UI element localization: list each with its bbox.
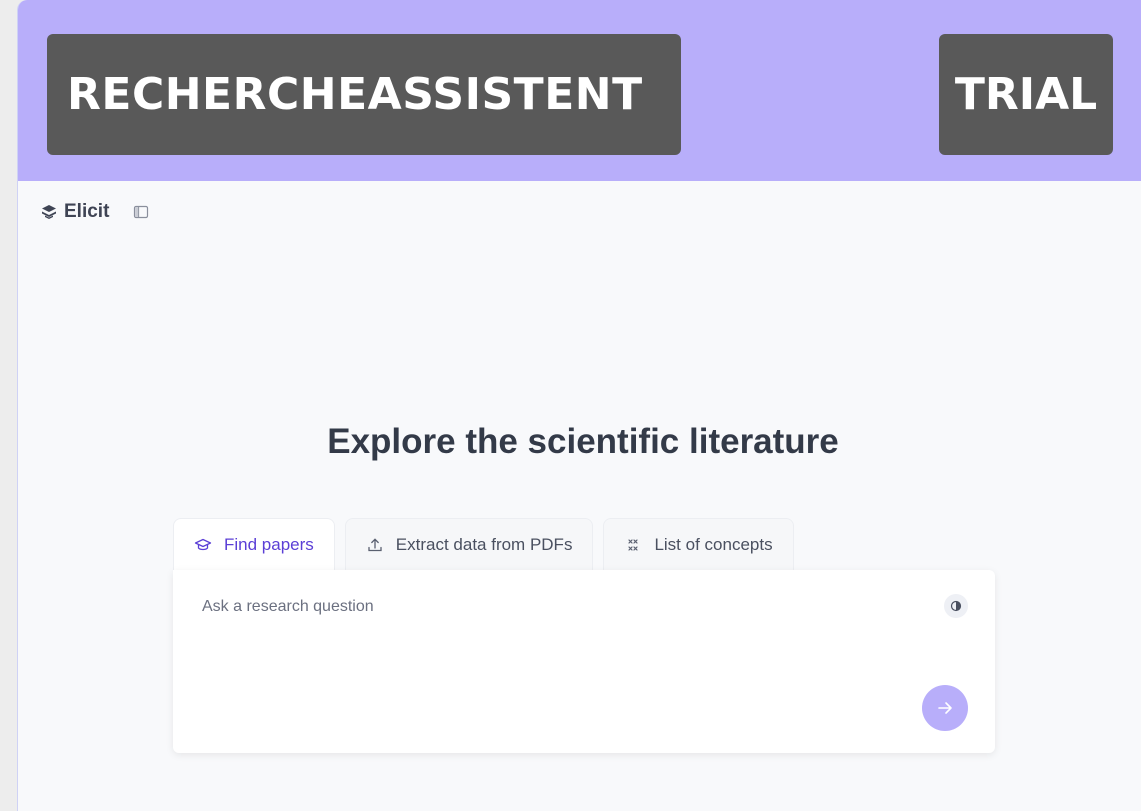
brand-name[interactable]: Elicit xyxy=(64,201,109,223)
elicit-logo-icon xyxy=(40,203,58,221)
app-window: RECHERCHEASSISTENT TRIAL Elicit Explore … xyxy=(17,0,1141,811)
sidebar-toggle-icon[interactable] xyxy=(133,204,149,220)
query-card xyxy=(173,570,995,753)
submit-button[interactable] xyxy=(922,685,968,731)
tab-list-of-concepts[interactable]: List of concepts xyxy=(603,518,794,570)
upload-icon xyxy=(366,536,384,554)
model-settings-icon[interactable] xyxy=(944,594,968,618)
top-bar: Elicit xyxy=(40,198,149,226)
graduation-cap-icon xyxy=(194,536,212,554)
arrow-right-icon xyxy=(938,702,952,714)
tab-extract-data[interactable]: Extract data from PDFs xyxy=(344,518,594,570)
banner-title: RECHERCHEASSISTENT xyxy=(47,34,681,155)
tab-label: List of concepts xyxy=(654,534,773,554)
tab-find-papers[interactable]: Find papers xyxy=(173,518,335,570)
concepts-icon xyxy=(624,536,642,554)
page-title: Explore the scientific literature xyxy=(327,422,839,461)
trial-badge: TRIAL xyxy=(939,34,1113,155)
tab-label: Find papers xyxy=(224,534,314,554)
tab-label: Extract data from PDFs xyxy=(395,534,573,554)
search-mode-tabs: Find papers Extract data from PDFs List … xyxy=(173,518,794,570)
research-question-input[interactable] xyxy=(200,592,904,622)
trial-banner: RECHERCHEASSISTENT TRIAL xyxy=(18,0,1141,181)
